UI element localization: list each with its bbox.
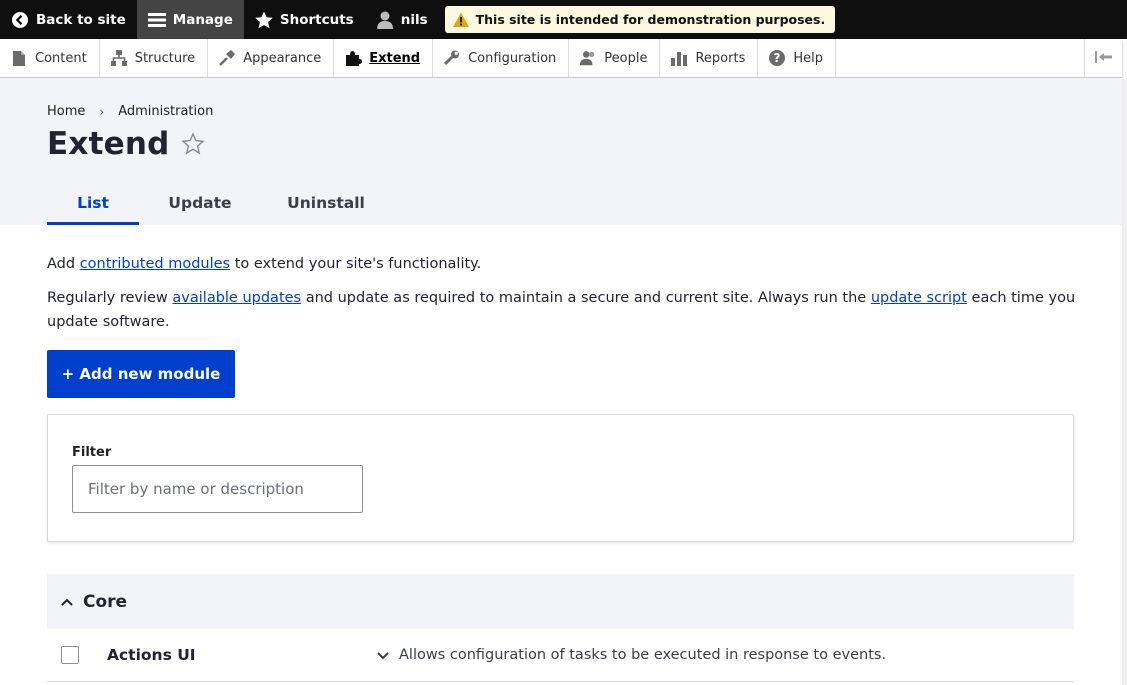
tray-item-label: Reports [695, 50, 746, 66]
chevron-down-icon [375, 647, 391, 663]
title-row: Extend [47, 126, 206, 162]
tray-item-appearance[interactable]: Appearance [208, 39, 335, 77]
user-icon [375, 10, 395, 30]
intro-text: Regularly review [47, 290, 173, 306]
tray-item-reports[interactable]: Reports [660, 39, 759, 77]
admin-menu-tray: Content Structure Appearance Extend Conf… [0, 39, 1122, 78]
tray-item-configuration[interactable]: Configuration [433, 39, 570, 77]
tray-item-label: Appearance [243, 50, 322, 66]
intro-paragraph-contributed: Add contributed modules to extend your s… [47, 252, 481, 276]
module-name: Actions UI [107, 646, 196, 664]
shortcuts-button[interactable]: Shortcuts [244, 0, 365, 39]
page-scrollbar[interactable] [1122, 78, 1127, 685]
intro-text: and update as required to maintain a sec… [301, 290, 871, 306]
update-script-link[interactable]: update script [871, 290, 967, 306]
structure-icon [110, 49, 128, 67]
core-section-title: Core [83, 591, 128, 612]
filter-input[interactable] [72, 465, 363, 513]
puzzle-icon [344, 49, 363, 67]
breadcrumb-administration-link[interactable]: Administration [118, 104, 213, 119]
back-to-site-link[interactable]: Back to site [0, 0, 137, 39]
core-section-toggle[interactable]: Core [47, 574, 1074, 629]
contributed-modules-link[interactable]: contributed modules [80, 256, 230, 272]
chevron-up-icon [59, 594, 75, 610]
module-enable-checkbox[interactable] [61, 646, 79, 664]
tray-item-label: Structure [134, 50, 196, 66]
intro-text: Add [47, 256, 80, 272]
tray-item-help[interactable]: ? Help [758, 39, 836, 77]
add-new-module-button[interactable]: + Add new module [47, 350, 235, 398]
tray-item-label: Extend [369, 50, 421, 66]
tray-item-label: Help [793, 50, 823, 66]
tab-list[interactable]: List [47, 180, 139, 225]
filter-card: Filter [47, 414, 1074, 542]
svg-text:?: ? [774, 51, 781, 65]
breadcrumb-home-link[interactable]: Home [47, 104, 85, 119]
manage-label: Manage [172, 11, 233, 28]
module-description-toggle[interactable]: Allows configuration of tasks to be exec… [375, 647, 886, 663]
collapse-arrow-icon [1094, 49, 1114, 68]
shortcuts-label: Shortcuts [279, 11, 354, 28]
admin-toolbar: Back to site Manage Shortcuts nils This … [0, 0, 1127, 39]
tray-item-people[interactable]: People [569, 39, 661, 77]
user-menu-button[interactable]: nils [365, 0, 439, 39]
tab-update[interactable]: Update [139, 180, 261, 225]
tray-item-label: Content [35, 50, 87, 66]
tray-item-content[interactable]: Content [0, 39, 100, 77]
favorite-star-icon[interactable] [181, 132, 206, 156]
demo-notice-banner: This site is intended for demonstration … [444, 6, 836, 33]
back-arrow-icon [10, 10, 30, 30]
primary-tabs: List Update Uninstall [47, 180, 391, 225]
breadcrumb-separator: › [99, 104, 105, 119]
table-row: Actions UI Allows configuration of tasks… [47, 629, 1074, 682]
wrench-icon [443, 49, 461, 67]
help-icon: ? [768, 49, 786, 67]
tray-item-label: People [604, 50, 648, 66]
manage-button[interactable]: Manage [136, 0, 244, 39]
available-updates-link[interactable]: available updates [172, 290, 301, 306]
warning-icon [452, 11, 470, 29]
intro-text: to extend your site's functionality. [230, 256, 482, 272]
intro-paragraph-updates: Regularly review available updates and u… [47, 286, 1077, 334]
paintbrush-icon [218, 49, 236, 67]
tray-item-label: Configuration [468, 50, 557, 66]
collapse-tray-button[interactable] [1084, 39, 1122, 77]
tray-item-extend[interactable]: Extend [334, 39, 434, 77]
file-icon [10, 49, 28, 67]
back-to-site-label: Back to site [36, 11, 126, 28]
module-description: Allows configuration of tasks to be exec… [399, 647, 887, 663]
tray-item-structure[interactable]: Structure [100, 39, 209, 77]
breadcrumb: Home › Administration [47, 104, 213, 119]
hamburger-menu-icon [147, 10, 167, 30]
people-icon [579, 49, 597, 67]
user-name: nils [400, 11, 428, 28]
tab-uninstall[interactable]: Uninstall [261, 180, 391, 225]
filter-label: Filter [72, 445, 112, 460]
bar-chart-icon [670, 49, 688, 67]
page-title: Extend [47, 126, 170, 162]
demo-notice-text: This site is intended for demonstration … [475, 12, 826, 27]
star-icon [254, 10, 274, 30]
